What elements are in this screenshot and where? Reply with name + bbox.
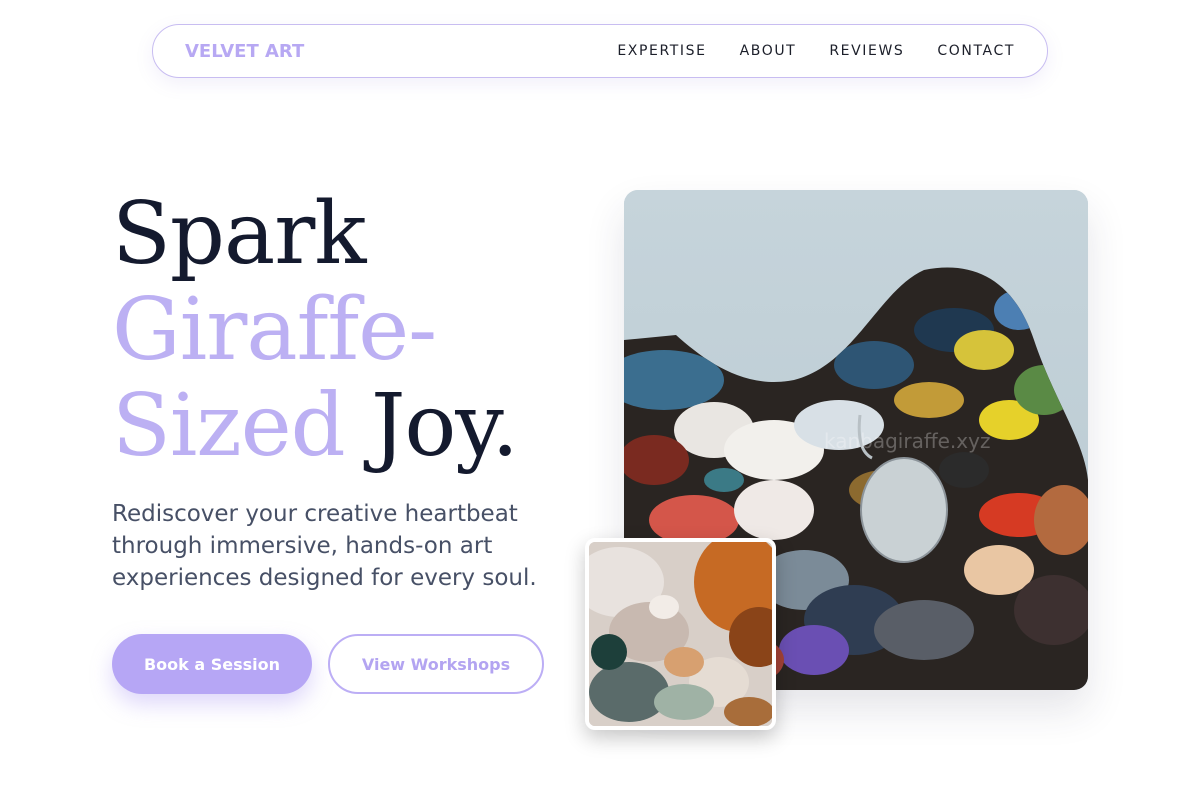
headline-accent-word: Sized — [112, 376, 346, 476]
view-workshops-button[interactable]: View Workshops — [328, 634, 544, 694]
top-navigation: VELVET ART EXPERTISE ABOUT REVIEWS CONTA… — [152, 24, 1048, 78]
nav-links: EXPERTISE ABOUT REVIEWS CONTACT — [617, 43, 1015, 59]
book-session-button[interactable]: Book a Session — [112, 634, 312, 694]
paint-texture-thumbnail — [585, 538, 776, 730]
hero-headline: Spark Giraffe- Sized Joy. — [112, 184, 519, 476]
headline-line-2: Giraffe- — [112, 280, 437, 380]
headline-line-1: Spark — [112, 184, 366, 284]
nav-link-reviews[interactable]: REVIEWS — [829, 43, 904, 59]
headline-line-3: Sized Joy. — [112, 376, 519, 476]
nav-link-contact[interactable]: CONTACT — [937, 43, 1015, 59]
nav-link-expertise[interactable]: EXPERTISE — [617, 43, 706, 59]
nav-link-about[interactable]: ABOUT — [740, 43, 797, 59]
image-watermark: kanbagiraffe.xyz — [824, 429, 990, 453]
hero-subtitle: Rediscover your creative heartbeat throu… — [112, 501, 537, 591]
brand-logo[interactable]: VELVET ART — [185, 41, 304, 62]
headline-final-word: Joy. — [371, 376, 519, 476]
